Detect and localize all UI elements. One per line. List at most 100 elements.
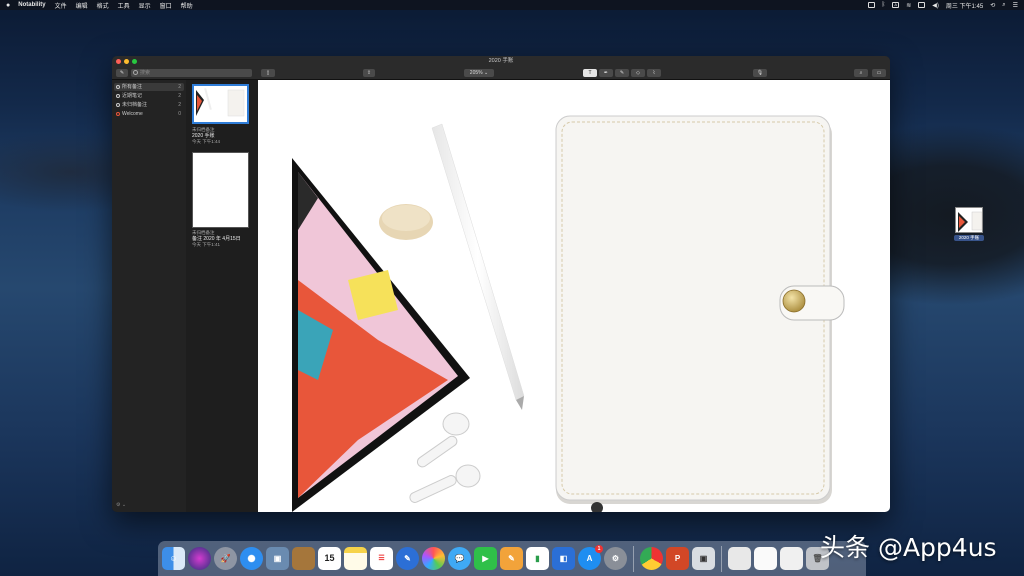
- desktop-file-label: 2020 手账: [954, 235, 984, 241]
- app-store-icon[interactable]: A 1: [578, 545, 603, 570]
- messages-icon[interactable]: 💬: [448, 547, 471, 570]
- sidebar-item-count: 0: [178, 111, 181, 117]
- sidebar-settings[interactable]: ⚙ ⌄: [116, 502, 126, 508]
- volume-icon[interactable]: ◀): [932, 2, 939, 9]
- preview-icon[interactable]: ▣: [266, 547, 289, 570]
- sidebar-item-count: 2: [178, 84, 181, 90]
- zoom-button[interactable]: [132, 59, 137, 64]
- system-preferences-icon[interactable]: ⚙: [604, 547, 627, 570]
- note-date: 今天 下午1:41: [192, 242, 221, 247]
- ipad-image: [292, 158, 470, 512]
- highlighter-tool-button[interactable]: ✎: [615, 69, 629, 77]
- numbers-icon[interactable]: ▮: [526, 547, 549, 570]
- lasso-tool-button[interactable]: ⌇: [647, 69, 661, 77]
- notability-window: 2020 手账 ✎ 搜索 ▯ ⇪ 205% ⌄ T ✒ ✎ ◇ ⌇ 🎙 ⌕ ▭ …: [112, 56, 890, 512]
- launchpad-icon[interactable]: 🚀: [214, 547, 237, 570]
- time-machine-icon[interactable]: ⟲: [990, 2, 995, 9]
- sidebar-item-unfiled[interactable]: 未归档备注 2: [114, 101, 184, 109]
- note-item-1[interactable]: 未归档备注 2020 手账 今天 下午1:44: [192, 127, 254, 145]
- notes-icon[interactable]: [344, 547, 367, 570]
- menu-format[interactable]: 格式: [97, 1, 109, 10]
- sidebar-item-label: 近期笔记: [122, 93, 143, 99]
- note-thumbnail[interactable]: [192, 84, 249, 124]
- notability-icon[interactable]: ✎: [396, 547, 419, 570]
- new-note-button[interactable]: ✎: [116, 69, 128, 77]
- planner-image: [555, 115, 845, 512]
- menubar-clock[interactable]: 周三 下午1:45: [946, 1, 983, 10]
- clock-icon: [116, 94, 120, 98]
- menu-help[interactable]: 帮助: [181, 1, 193, 10]
- note-preview: [196, 88, 245, 117]
- facetime-icon[interactable]: ▶: [474, 547, 497, 570]
- keynote-icon[interactable]: ◧: [552, 547, 575, 570]
- eraser-tool-button[interactable]: ◇: [631, 69, 645, 77]
- recent-file-icon[interactable]: [780, 547, 803, 570]
- photos-icon[interactable]: [422, 547, 445, 570]
- sidebar-item-recent[interactable]: 近期笔记 2: [114, 92, 184, 100]
- app-store-badge: 1: [595, 545, 603, 553]
- share-button[interactable]: ⇪: [363, 69, 375, 77]
- airplay-icon[interactable]: [918, 2, 926, 8]
- find-button[interactable]: ⌕: [854, 69, 868, 77]
- note-item-2[interactable]: 未归档备注 备注 2020 年 4月15日 今天 下午1:41: [192, 230, 254, 248]
- library-sidebar: 所有备注 2 近期笔记 2 未归档备注 2 Welcome 0 ⚙ ⌄: [112, 80, 186, 512]
- sidebar-item-welcome[interactable]: Welcome 0: [114, 110, 184, 118]
- sidebar-toggle-button[interactable]: ▯: [261, 69, 275, 77]
- sidebar-item-all-notes[interactable]: 所有备注 2: [114, 83, 184, 91]
- sidebar-item-count: 2: [178, 93, 181, 99]
- sidebar-item-label: 所有备注: [122, 84, 143, 90]
- note-date: 今天 下午1:44: [192, 139, 221, 144]
- powerpoint-icon[interactable]: P: [666, 547, 689, 570]
- note-list: 未归档备注 2020 手账 今天 下午1:44 未归档备注 备注 2020 年 …: [186, 80, 258, 512]
- menu-file[interactable]: 文件: [55, 1, 67, 10]
- menu-view[interactable]: 显示: [139, 1, 151, 10]
- close-button[interactable]: [116, 59, 121, 64]
- note-thumbnail[interactable]: [192, 152, 249, 228]
- search-field[interactable]: 搜索: [131, 69, 252, 77]
- note-canvas[interactable]: [258, 80, 890, 512]
- text-tool-button[interactable]: T: [583, 69, 597, 77]
- menu-tools[interactable]: 工具: [118, 1, 130, 10]
- zoom-select[interactable]: 205% ⌄: [464, 69, 494, 77]
- window-title: 2020 手账: [488, 58, 514, 64]
- pen-tool-button[interactable]: ✒: [599, 69, 613, 77]
- chrome-icon[interactable]: [640, 547, 663, 570]
- page-view-button[interactable]: ▭: [872, 69, 886, 77]
- sidebar-item-label: Welcome: [122, 111, 143, 117]
- airpods-case-image: [379, 204, 433, 240]
- siri-icon[interactable]: [188, 547, 211, 570]
- bluetooth-icon[interactable]: ᛒ: [882, 2, 886, 8]
- apple-menu-icon[interactable]: ●: [6, 2, 10, 9]
- search-placeholder: 搜索: [140, 70, 151, 76]
- input-source-icon[interactable]: A: [892, 2, 900, 8]
- reminders-icon[interactable]: ☰: [370, 547, 393, 570]
- zoom-value: 205%: [469, 70, 483, 76]
- audio-record-button[interactable]: 🎙: [753, 69, 767, 77]
- minimize-button[interactable]: [124, 59, 129, 64]
- watermark: 头条 @App4us: [820, 533, 997, 562]
- notes-book-icon[interactable]: [292, 547, 315, 570]
- app-menu[interactable]: Notability: [18, 2, 45, 8]
- airpods-image: [409, 412, 481, 503]
- powerpoint-letter: P: [674, 554, 681, 563]
- menu-edit[interactable]: 编辑: [76, 1, 88, 10]
- desktop-file[interactable]: 2020 手账: [954, 207, 984, 247]
- menu-window[interactable]: 窗口: [160, 1, 172, 10]
- documents-stack-icon[interactable]: [754, 547, 777, 570]
- circle-icon: [116, 103, 120, 107]
- search-icon[interactable]: ⌕: [1002, 2, 1005, 9]
- downloads-stack-icon[interactable]: [728, 547, 751, 570]
- screenshot-icon[interactable]: ▣: [692, 547, 715, 570]
- title-bar: 2020 手账: [112, 56, 890, 67]
- finder-icon[interactable]: ☺: [162, 547, 185, 570]
- dock: ☺ 🚀 ▣ 15 ☰ ✎ 💬 ▶ ✎ ▮ ◧ A 1 ⚙ P ▣ 🗑: [158, 541, 866, 576]
- wifi-icon[interactable]: ≋: [906, 2, 911, 9]
- screen-icon[interactable]: [867, 2, 875, 8]
- calendar-icon[interactable]: 15: [318, 547, 341, 570]
- pages-icon[interactable]: ✎: [500, 547, 523, 570]
- safari-icon[interactable]: [240, 547, 263, 570]
- control-center-icon[interactable]: ☰: [1013, 2, 1018, 9]
- sidebar-item-label: 未归档备注: [122, 102, 148, 108]
- sidebar-item-count: 2: [178, 102, 181, 108]
- menu-bar: ● Notability 文件 编辑 格式 工具 显示 窗口 帮助 ᛒ A ≋ …: [0, 0, 1024, 10]
